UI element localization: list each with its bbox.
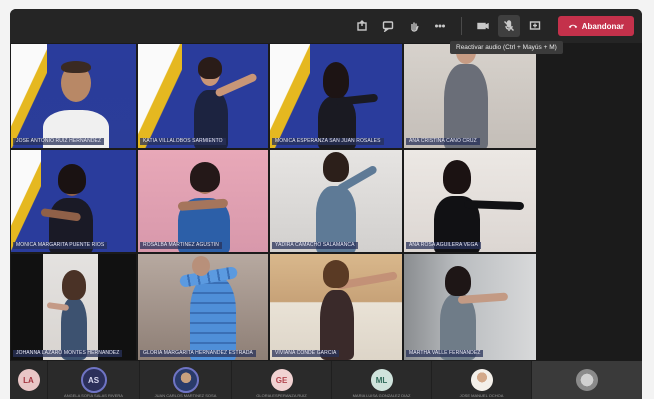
video-tile[interactable]: MONICA MARGARITA PUENTE RIOS bbox=[11, 150, 136, 252]
video-tile[interactable]: JOHANNA LAZARO MONTES HERNANDEZ bbox=[11, 254, 136, 360]
avatar-photo bbox=[470, 369, 493, 391]
meeting-toolbar: Abandonar bbox=[10, 9, 642, 43]
avatar: AS bbox=[80, 367, 107, 393]
participant-figure bbox=[404, 254, 536, 360]
participant-name: VIVIANA CONDE GARCIA bbox=[272, 350, 340, 357]
participant-figure bbox=[138, 254, 268, 360]
avatar: LA bbox=[17, 369, 40, 391]
avatar: GE bbox=[270, 369, 293, 391]
microphone-toggle-button[interactable] bbox=[497, 15, 520, 37]
participant-thumbnail[interactable]: LA bbox=[10, 361, 48, 399]
participant-figure bbox=[404, 150, 536, 252]
participant-name: ROSALBA MARTINEZ AGUSTIN bbox=[140, 242, 222, 249]
video-tile[interactable]: ANA CRISTINA CANO CRUZ bbox=[404, 44, 536, 148]
participant-label: JOSE MANUEL OCHOA bbox=[459, 393, 504, 398]
participant-label: ANGELA SOFIA SALAS RIVERA bbox=[64, 393, 123, 398]
raise-hand-icon bbox=[411, 22, 419, 32]
avatar-photo bbox=[172, 367, 199, 393]
chat-button[interactable] bbox=[377, 15, 399, 37]
participant-figure bbox=[270, 254, 402, 360]
camera-icon bbox=[477, 22, 489, 30]
camera-toggle-button[interactable] bbox=[472, 15, 494, 37]
participant-figure bbox=[11, 150, 136, 252]
participant-label: MARIA LUISA GONZALEZ DIAZ bbox=[352, 393, 411, 398]
share-tray-icon bbox=[357, 20, 367, 31]
participant-figure bbox=[270, 150, 402, 252]
hang-up-icon bbox=[568, 24, 577, 29]
participant-figure bbox=[138, 150, 268, 252]
video-tile[interactable]: ANA ROSA AGUILERA VEGA bbox=[404, 150, 536, 252]
leave-button-label: Abandonar bbox=[581, 21, 624, 31]
video-tile[interactable]: JOSE ANTONIO RUIZ HERNANDEZ bbox=[11, 44, 136, 148]
participant-name: ANA ROSA AGUILERA VEGA bbox=[406, 242, 481, 249]
microphone-icon bbox=[503, 20, 514, 31]
video-tile[interactable]: YADIRA CAMACHO SALAMANCA bbox=[270, 150, 402, 252]
participant-name: MONICA ESPERANZA SAN JUAN ROSALES bbox=[272, 138, 384, 145]
participant-figure bbox=[11, 254, 136, 360]
video-tile[interactable]: KATIA VILLALOBOS SARMIENTO bbox=[138, 44, 268, 148]
video-tile[interactable]: MONICA ESPERANZA SAN JUAN ROSALES bbox=[270, 44, 402, 148]
toolbar-divider bbox=[460, 17, 462, 35]
video-tile[interactable]: MARTHA VALLE FERNANDEZ bbox=[404, 254, 536, 360]
video-tile[interactable]: ROSALBA MARTINEZ AGUSTIN bbox=[138, 150, 268, 252]
participant-name: ANA CRISTINA CANO CRUZ bbox=[406, 138, 480, 145]
meeting-window: Abandonar Reactivar audio (Ctrl + Mayús … bbox=[10, 9, 642, 399]
participant-name: JOSE ANTONIO RUIZ HERNANDEZ bbox=[13, 138, 105, 145]
participant-name: MONICA MARGARITA PUENTE RIOS bbox=[13, 242, 108, 249]
share-tray-button[interactable] bbox=[351, 15, 373, 37]
more-options-icon bbox=[434, 24, 445, 28]
participant-thumbnail[interactable]: GE GLORIA ESPERANZA RUIZ bbox=[232, 361, 332, 399]
participant-name: KATIA VILLALOBOS SARMIENTO bbox=[140, 138, 226, 145]
participant-thumbnail[interactable]: JUAN CARLOS MARTINEZ SOSA bbox=[140, 361, 232, 399]
participant-thumbnail[interactable] bbox=[532, 361, 642, 399]
video-grid: JOSE ANTONIO RUIZ HERNANDEZ KATIA VILLAL… bbox=[10, 43, 642, 361]
raise-hand-button[interactable] bbox=[403, 15, 425, 37]
more-options-button[interactable] bbox=[429, 15, 451, 37]
participant-label: GLORIA ESPERANZA RUIZ bbox=[256, 393, 307, 398]
participant-name: JOHANNA LAZARO MONTES HERNANDEZ bbox=[13, 350, 123, 357]
participant-name: YADIRA CAMACHO SALAMANCA bbox=[272, 242, 358, 249]
participant-thumbnail[interactable]: ML MARIA LUISA GONZALEZ DIAZ bbox=[332, 361, 432, 399]
share-screen-button[interactable] bbox=[524, 15, 546, 37]
participant-name: MARTHA VALLE FERNANDEZ bbox=[406, 350, 484, 357]
leave-button[interactable]: Abandonar bbox=[557, 16, 634, 36]
participant-thumbnail[interactable]: AS ANGELA SOFIA SALAS RIVERA bbox=[48, 361, 140, 399]
chat-icon bbox=[382, 21, 393, 32]
participant-figure bbox=[270, 44, 402, 148]
participant-thumbnail[interactable]: JOSE MANUEL OCHOA bbox=[432, 361, 532, 399]
avatar: ML bbox=[370, 369, 393, 391]
participant-name: GLORIA MARGARITA HERNANDEZ ESTRADA bbox=[140, 350, 256, 357]
avatar-photo bbox=[576, 369, 598, 391]
participant-figure bbox=[404, 44, 536, 148]
video-tile[interactable]: VIVIANA CONDE GARCIA bbox=[270, 254, 402, 360]
participant-figure bbox=[138, 44, 268, 148]
share-screen-icon bbox=[529, 21, 540, 30]
video-tile[interactable]: GLORIA MARGARITA HERNANDEZ ESTRADA bbox=[138, 254, 268, 360]
mute-tooltip: Reactivar audio (Ctrl + Mayús + M) bbox=[450, 41, 563, 54]
participant-figure bbox=[11, 44, 136, 148]
participant-strip: LA AS ANGELA SOFIA SALAS RIVERA JUAN CAR… bbox=[10, 361, 642, 399]
participant-label: JUAN CARLOS MARTINEZ SOSA bbox=[154, 393, 217, 398]
